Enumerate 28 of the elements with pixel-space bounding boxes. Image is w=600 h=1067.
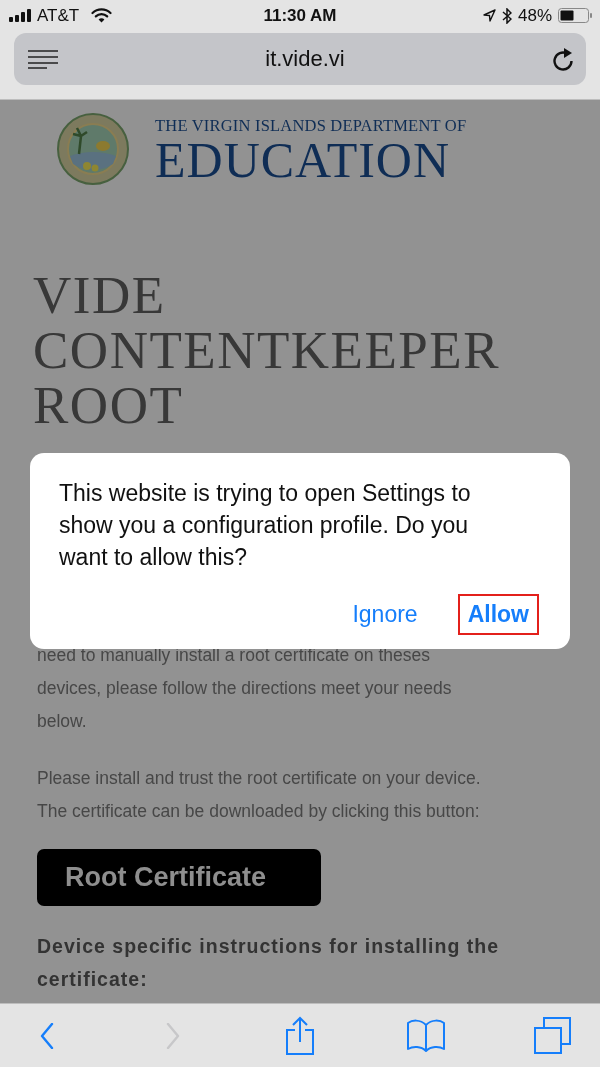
address-bar[interactable]: it.vide.vi [14, 33, 586, 85]
root-certificate-button[interactable]: Root Certificate [37, 849, 321, 906]
instructions-subheading: Device specific instructions for installing the certificate: [37, 934, 500, 992]
url-text: it.vide.vi [265, 46, 345, 72]
page-heading: VIDE CONTENTKEEPER ROOT [33, 268, 502, 433]
location-arrow-icon [482, 9, 496, 22]
department-wordmark: THE VIRGIN ISLANDS DEPARTMENT OF [155, 116, 467, 136]
forward-chevron-icon [166, 1022, 181, 1049]
carrier-name: AT&T [37, 5, 80, 26]
body-paragraph: Please install and trust the root certificate on your device. The certificate can be downloaded by clicking this button: [37, 767, 481, 823]
wifi-icon [91, 8, 113, 23]
back-chevron-icon [40, 1022, 54, 1049]
reload-icon[interactable] [552, 47, 574, 71]
tabs-icon [533, 1017, 571, 1054]
signal-icon [9, 9, 31, 22]
battery-icon [558, 8, 592, 23]
alert-message: This website is trying to open Settings to show you a configuration profile. Do you want to allow this? [59, 479, 472, 572]
open-book-icon [406, 1018, 445, 1053]
bluetooth-icon [501, 7, 512, 24]
battery-percent: 48% [517, 5, 552, 26]
text-lines-icon[interactable] [28, 49, 58, 69]
body-paragraph: need to manually install a root certificate on theses devices, please follow the directions meet your needs below. [37, 644, 452, 733]
status-time: 11:30 AM [263, 5, 337, 26]
secondary-action-button[interactable]: Ignore [342, 594, 428, 635]
share-icon [284, 1016, 315, 1055]
education-wordmark: EDUCATION [155, 138, 452, 182]
primary-action-button[interactable]: Allow [457, 594, 539, 635]
tabs-button[interactable] [532, 1015, 572, 1056]
